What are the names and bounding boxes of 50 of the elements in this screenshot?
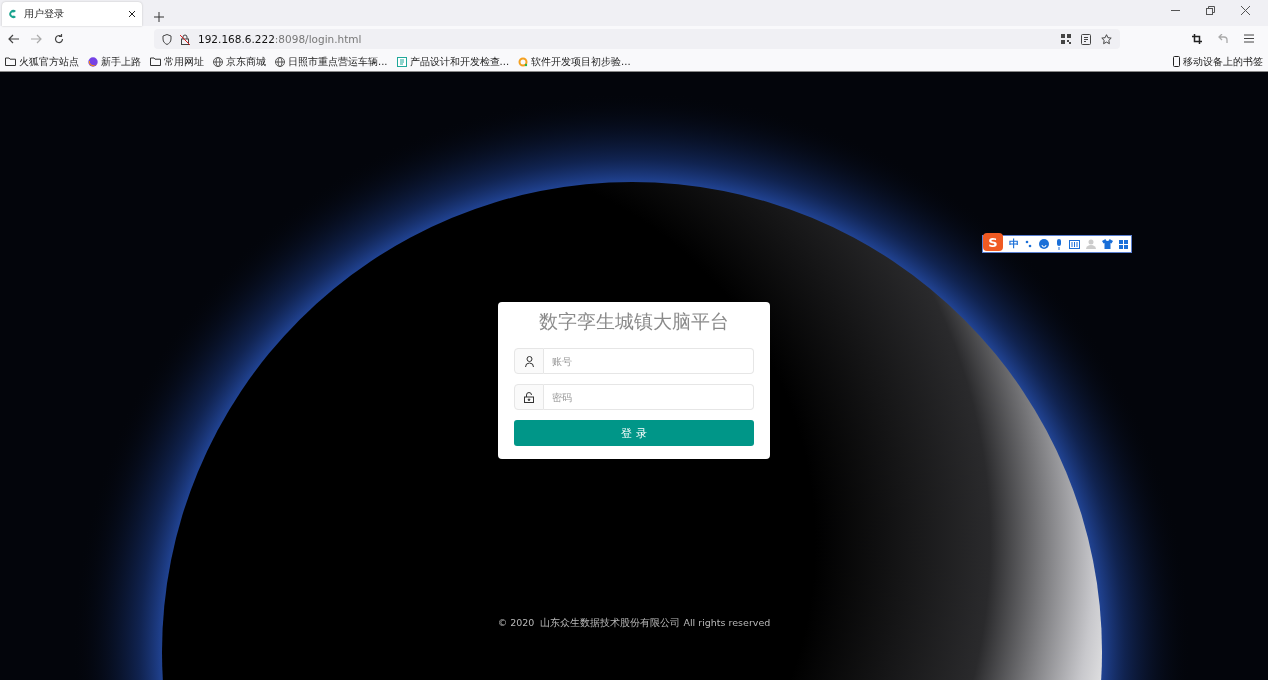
document-icon	[396, 56, 407, 67]
bookmark-item[interactable]: 新手上路	[101, 54, 141, 69]
folder-icon	[150, 57, 161, 66]
copyright-text: © 2020 山东众生数据技术股份有限公司 All rights reserved	[497, 617, 771, 630]
address-bar[interactable]: 192.168.6.222:8098/login.html	[154, 29, 1120, 49]
user-icon	[524, 355, 534, 367]
shield-icon	[162, 33, 172, 45]
shirt-icon[interactable]	[1102, 239, 1113, 249]
bookmark-item[interactable]: 软件开发项目初步验...	[531, 54, 631, 69]
punctuation-icon[interactable]	[1025, 240, 1033, 248]
bookmark-item[interactable]: 常用网址	[164, 54, 204, 69]
qr-code-icon[interactable]	[1061, 33, 1071, 44]
restore-icon[interactable]	[1206, 5, 1215, 15]
bookmark-item[interactable]: 京东商城	[226, 54, 266, 69]
insecure-lock-icon	[180, 33, 190, 45]
browser-tab[interactable]: 用户登录	[2, 2, 142, 26]
reader-view-icon[interactable]	[1081, 33, 1091, 45]
ime-logo: S	[983, 233, 1003, 251]
new-tab-icon[interactable]	[154, 12, 164, 22]
phone-icon	[1173, 56, 1180, 67]
back-icon[interactable]	[8, 34, 19, 44]
password-field[interactable]: 密码	[544, 384, 754, 410]
mobile-bookmarks-link[interactable]: 移动设备上的书签	[1183, 54, 1263, 69]
account-field[interactable]: 账号	[544, 348, 754, 374]
close-icon[interactable]	[1241, 5, 1250, 15]
bookmark-item[interactable]: 火狐官方站点	[19, 54, 79, 69]
bookmark-item[interactable]: 日照市重点营运车辆...	[288, 54, 388, 69]
ring-icon	[518, 56, 529, 67]
platform-title: 数字孪生城镇大脑平台	[538, 309, 730, 334]
microphone-icon[interactable]	[1055, 238, 1063, 250]
login-button[interactable]: 登 录	[514, 420, 754, 446]
grid-icon[interactable]	[1119, 239, 1128, 249]
close-icon[interactable]	[128, 10, 136, 18]
url-host: 192.168.6.222	[198, 33, 275, 45]
smiley-icon[interactable]	[1039, 239, 1049, 249]
fox-globe-icon	[88, 56, 98, 67]
keyboard-icon[interactable]	[1069, 239, 1080, 249]
globe-icon	[275, 56, 285, 67]
lock-icon	[524, 391, 534, 403]
input-mode-toggle[interactable]: 中	[1009, 237, 1019, 251]
star-icon[interactable]	[1101, 33, 1112, 45]
globe-icon	[213, 56, 223, 67]
crop-icon[interactable]	[1192, 34, 1202, 44]
menu-icon[interactable]	[1244, 34, 1254, 43]
ime-toolbar[interactable]: S 中	[982, 235, 1132, 253]
reload-icon[interactable]	[54, 34, 64, 44]
site-logo-icon	[8, 9, 18, 19]
url-path: :8098/login.html	[274, 33, 362, 45]
bookmark-item[interactable]: 产品设计和开发检查...	[409, 54, 510, 69]
folder-icon	[5, 57, 16, 66]
